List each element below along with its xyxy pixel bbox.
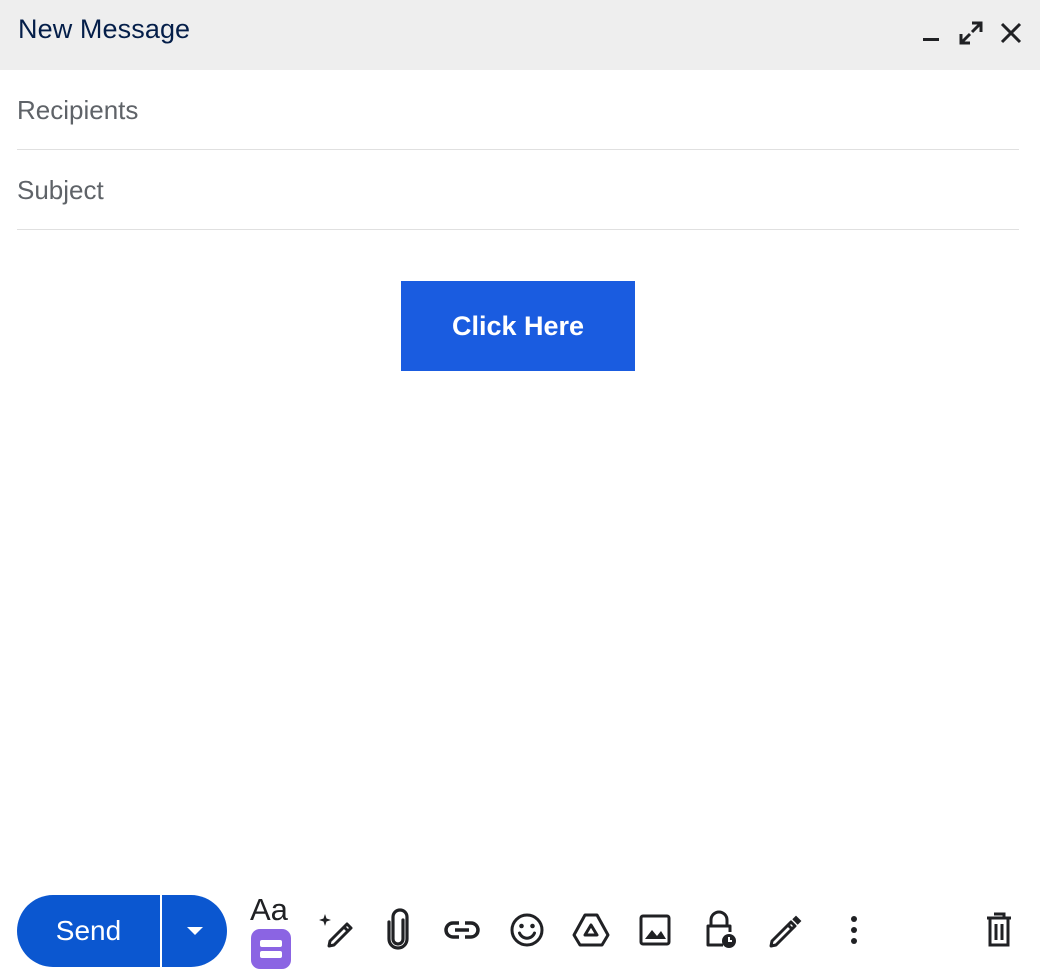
- photo-icon[interactable]: [636, 911, 674, 949]
- compose-title: New Message: [18, 14, 191, 44]
- formatting-badge[interactable]: [251, 929, 291, 969]
- formatting-icon[interactable]: Aa: [250, 892, 288, 928]
- recipients-field-row: [17, 70, 1019, 150]
- discard-icon[interactable]: [980, 909, 1018, 951]
- send-button[interactable]: Send: [17, 895, 160, 967]
- link-icon[interactable]: [442, 912, 482, 948]
- signature-icon[interactable]: [764, 910, 804, 950]
- drive-icon[interactable]: [571, 910, 611, 950]
- close-icon[interactable]: [996, 18, 1026, 48]
- ai-write-icon[interactable]: [316, 910, 356, 950]
- attach-icon[interactable]: [380, 908, 416, 952]
- more-options-icon[interactable]: [838, 910, 870, 950]
- compose-header: New Message: [0, 0, 1040, 70]
- subject-field-row: [17, 150, 1019, 230]
- minimize-icon[interactable]: [916, 18, 946, 48]
- recipients-input[interactable]: [17, 70, 1019, 150]
- subject-input[interactable]: [17, 150, 1019, 230]
- send-options-icon[interactable]: [162, 895, 227, 967]
- click-here-button[interactable]: Click Here: [401, 281, 635, 371]
- send-button-group: Send: [17, 895, 227, 967]
- confidential-icon[interactable]: [700, 908, 740, 952]
- emoji-icon[interactable]: [507, 910, 547, 950]
- expand-icon[interactable]: [956, 18, 986, 48]
